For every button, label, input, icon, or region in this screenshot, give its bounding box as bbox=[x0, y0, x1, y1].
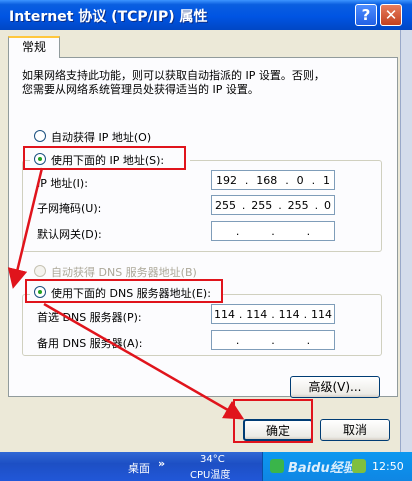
annotation-arrows bbox=[7, 167, 245, 420]
arrow-to-dns-option bbox=[7, 167, 44, 289]
chevron-icon[interactable]: » bbox=[158, 457, 165, 470]
temperature-value: 34°C bbox=[200, 454, 225, 465]
arrow-to-ok-button bbox=[43, 302, 245, 420]
cpu-temperature-label: CPU温度 bbox=[190, 470, 231, 481]
desktop-toolbar-label[interactable]: 桌面 bbox=[128, 460, 150, 476]
clock[interactable]: 12:50 bbox=[372, 460, 404, 473]
baidu-watermark: Baidu经验 bbox=[288, 461, 356, 476]
network-icon[interactable] bbox=[270, 459, 284, 473]
shield-icon[interactable] bbox=[352, 459, 366, 473]
